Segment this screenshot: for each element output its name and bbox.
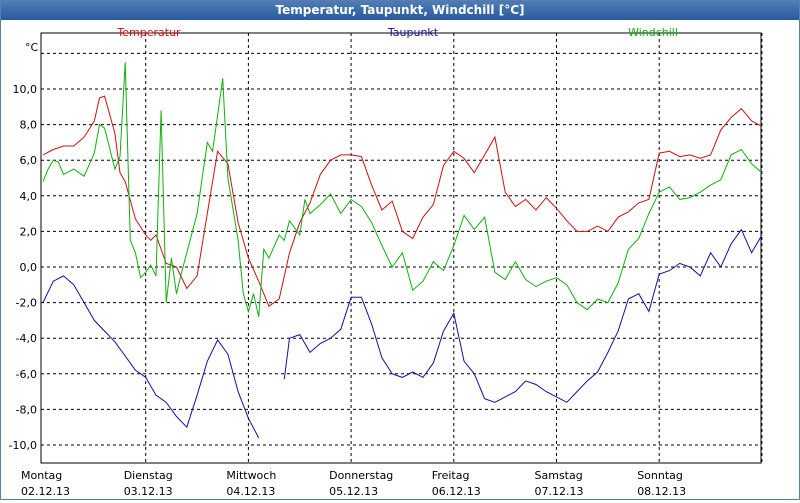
- chart-window: Temperatur, Taupunkt, Windchill [°C] 10,…: [0, 0, 800, 500]
- x-tick-day: Donnerstag: [329, 469, 393, 482]
- chart-area: 10,0 8,0 6,0 4,0 2,0 0,0 -2,0 -4,0 -6,0 -8,0 -10,0…: [1, 21, 799, 499]
- y-tick-label: 2,0: [20, 225, 38, 238]
- y-tick-label: 8,0: [20, 119, 38, 132]
- legend-windchill: Windchill: [628, 26, 678, 39]
- chart-title: Temperatur, Taupunkt, Windchill [°C]: [1, 1, 799, 20]
- y-tick-label: -4,0: [16, 332, 37, 345]
- y-tick-label: 4,0: [20, 190, 38, 203]
- y-tick-label: 6,0: [20, 154, 38, 167]
- x-tick-day: Sonntag: [637, 469, 683, 482]
- chart-svg: 10,0 8,0 6,0 4,0 2,0 0,0 -2,0 -4,0 -6,0 -8,0 -10,0…: [9, 26, 763, 498]
- x-tick-date: 07.12.13: [535, 485, 584, 498]
- x-tick-date: 03.12.13: [124, 485, 173, 498]
- x-tick-day: Freitag: [432, 469, 470, 482]
- y-tick-label: -6,0: [16, 368, 37, 381]
- x-tick-day: Dienstag: [124, 469, 173, 482]
- legend-taupunkt: Taupunkt: [387, 26, 439, 39]
- y-tick-label: -8,0: [16, 403, 37, 416]
- x-tick-date: 04.12.13: [226, 485, 275, 498]
- plot-border: [40, 32, 762, 464]
- x-tick-date: 08.12.13: [637, 485, 686, 498]
- y-tick-label: -2,0: [16, 297, 37, 310]
- x-tick-date: 05.12.13: [329, 485, 378, 498]
- x-tick-date: 02.12.13: [21, 485, 70, 498]
- y-tick-label: 0,0: [20, 261, 38, 274]
- y-axis-unit: °C: [25, 41, 39, 54]
- x-tick-day: Montag: [21, 469, 62, 482]
- legend-temperatur: Temperatur: [116, 26, 181, 39]
- x-tick-day: Samstag: [535, 469, 583, 482]
- x-tick-date: 06.12.13: [432, 485, 481, 498]
- x-tick-day: Mittwoch: [226, 469, 276, 482]
- y-tick-label: -10,0: [9, 439, 37, 452]
- y-tick-label: 10,0: [13, 83, 38, 96]
